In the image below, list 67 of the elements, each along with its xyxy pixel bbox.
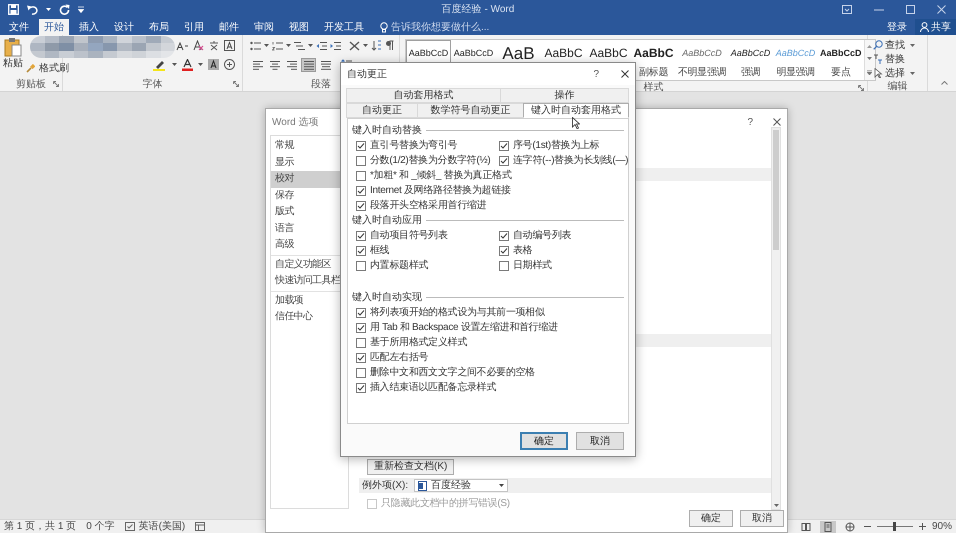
language-label[interactable]: 英语(美国) [138,520,186,533]
zoom-percent[interactable]: 90% [932,520,952,533]
dialog-tab[interactable]: 数学符号自动更正 [417,103,524,118]
checkbox-label: 段落开头空格采用首行缩进 [370,199,486,212]
dialog-title: 自动更正 [347,68,387,80]
checkbox-label: *加粗* 和 _倾斜_ 替换为真正格式 [370,169,512,182]
dialog-button[interactable]: 取消 [740,510,784,527]
sign-in-link[interactable]: 登录 [885,20,909,35]
dialog-tab[interactable]: 操作 [500,88,629,103]
ribbon-tab[interactable]: 布局 [144,19,174,35]
find-button[interactable]: 查找 [873,38,924,52]
dialog-tab[interactable]: 键入时自动套用格式 [522,103,629,118]
checkbox-label: 基于所用格式定义样式 [370,336,468,349]
checkbox-label: 表格 [513,244,532,257]
checkbox-label: 自动项目符号列表 [370,229,448,242]
recheck-document-button[interactable]: 重新检查文档(K) [367,459,454,475]
checkbox-label: 用 Tab 和 Backspace 设置左缩进和首行缩进 [370,321,558,334]
replace-button[interactable]: 替换 [873,52,924,66]
group-label: 样式 [644,81,664,94]
group-label: 剪贴板 [16,78,46,90]
dialog-button[interactable]: 确定 [520,432,568,450]
group-label: 字体 [142,78,162,90]
ribbon-tab[interactable]: 开始 [39,19,69,35]
dialog-button[interactable]: 确定 [689,510,733,527]
exceptions-label: 例外项(X): [362,479,408,492]
section-title: 键入时自动实现 [352,291,422,304]
select-button[interactable]: 选择 [873,66,924,80]
ribbon-tab[interactable]: 设计 [109,19,139,35]
checkbox-label: 框线 [370,244,390,257]
share-button[interactable]: 共享 [915,19,956,35]
ribbon-tab[interactable]: 文件 [4,19,34,35]
ribbon-tab[interactable]: 开发工具 [319,19,369,35]
group-label: 段落 [311,78,331,90]
ribbon-tab[interactable]: 邮件 [214,19,244,35]
dialog-tab[interactable]: 自动更正 [346,103,418,118]
dialog-title: Word 选项 [272,116,318,128]
checkbox-label: 插入结束语以匹配备忘录样式 [370,381,496,394]
ribbon-tab[interactable]: 视图 [284,19,314,35]
page-count: 第 1 页，共 1 页 [4,520,76,533]
checkbox-label: 内置标题样式 [370,259,428,272]
paste-button[interactable]: 粘贴 [3,37,23,77]
help-button[interactable]: ? [747,116,753,128]
ribbon-tab[interactable]: 引用 [179,19,209,35]
checkbox-label: 日期样式 [513,259,552,272]
word-count: 0 个字 [86,520,115,533]
tell-me-field[interactable]: 告诉我你想要做什么... [391,20,511,34]
help-button[interactable]: ? [593,68,599,80]
checkbox-label: 匹配左右括号 [370,351,428,364]
window-title: 百度经验 - Word [442,4,514,14]
checkbox-label: 分数(1/2)替换为分数字符(½) [370,154,490,167]
format-painter-button[interactable]: 格式刷 [26,62,69,75]
ribbon-tab[interactable]: 插入 [74,19,104,35]
checkbox-label: Internet 及网络路径替换为超链接 [370,184,511,197]
checkbox-label: 删除中文和西文文字之间不必要的空格 [370,366,535,379]
dialog-button[interactable]: 取消 [576,432,624,450]
checkbox-label: 只隐藏此文档中的拼写错误(S) [381,497,510,510]
checkbox-label: 序号(1st)替换为上标 [513,139,600,152]
section-title: 键入时自动应用 [352,214,422,227]
checkbox-label: 将列表项开始的格式设为与其前一项相似 [370,306,545,319]
checkbox-label: 自动编号列表 [513,229,572,242]
ribbon-tab[interactable]: 审阅 [249,19,279,35]
dialog-tab[interactable]: 自动套用格式 [346,88,501,103]
checkbox-label: 连字符(--)替换为长划线(—) [513,154,628,167]
section-title: 键入时自动替换 [352,124,422,137]
group-label: 编辑 [888,80,908,93]
exceptions-dropdown[interactable]: 百度经验 [414,479,508,492]
checkbox-label: 直引号替换为弯引号 [370,139,458,152]
